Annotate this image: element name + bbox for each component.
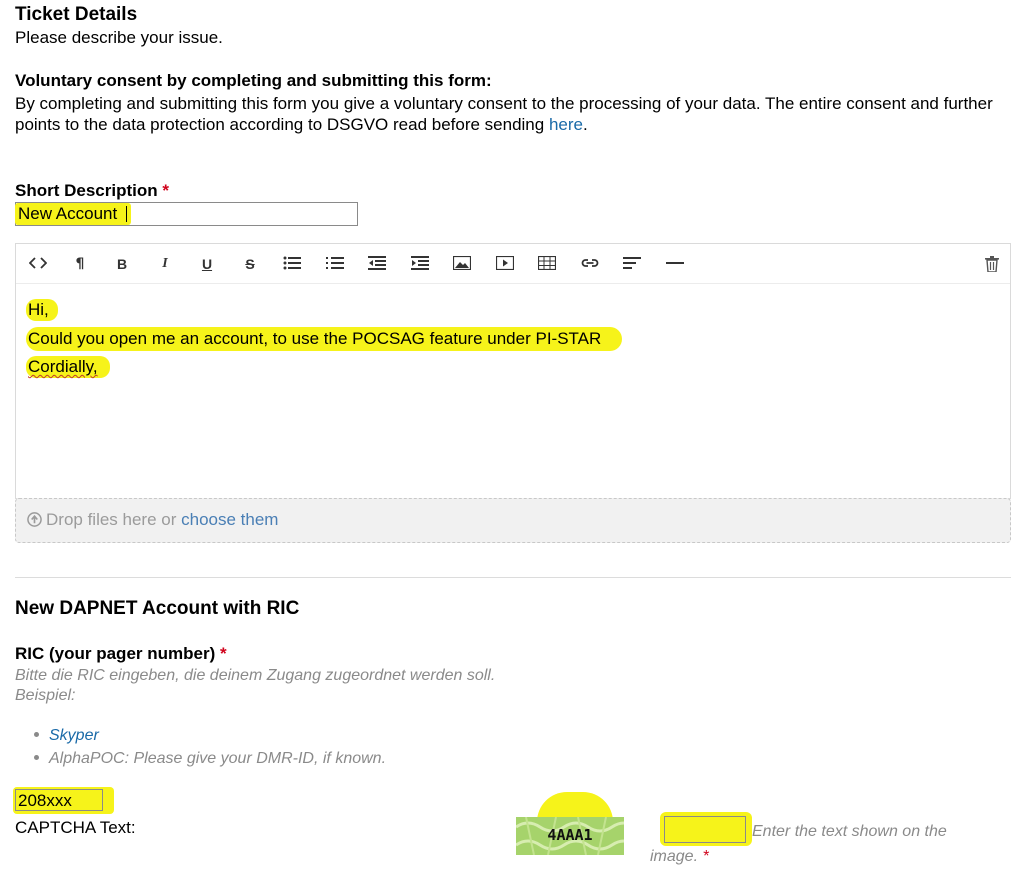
bullet-icon: [34, 732, 39, 738]
captcha-hint-text: Enter the text shown on the image.: [650, 823, 947, 865]
consent-link[interactable]: here: [549, 115, 583, 134]
editor-line: Hi,: [28, 300, 49, 319]
short-description-label-text: Short Description: [15, 181, 158, 200]
bullet-icon: [34, 755, 39, 761]
code-view-icon[interactable]: [26, 254, 50, 274]
required-mark: *: [219, 644, 227, 663]
link-icon[interactable]: [578, 254, 602, 274]
ric-value: 208xxx: [18, 791, 72, 810]
dapnet-section-title: New DAPNET Account with RIC: [15, 598, 300, 619]
page-title: Ticket Details: [15, 4, 138, 25]
horizontal-rule-icon[interactable]: [663, 254, 687, 274]
editor-line: Cordially,: [28, 357, 98, 376]
editor-line: Could you open me an account, to use the…: [28, 329, 602, 348]
italic-icon[interactable]: I: [153, 254, 177, 274]
dropzone-text: Drop files here or choose them: [27, 510, 278, 532]
short-description-label: Short Description *: [15, 181, 169, 201]
ordered-list-icon[interactable]: [323, 254, 347, 274]
video-icon[interactable]: [493, 254, 517, 274]
table-icon[interactable]: [535, 254, 559, 274]
underline-icon[interactable]: U: [195, 254, 219, 274]
ric-example-list: Skyper AlphaPOC: Please give your DMR-ID…: [34, 724, 386, 770]
text-caret: [126, 206, 127, 222]
ric-label: RIC (your pager number) *: [15, 644, 227, 664]
paragraph-icon[interactable]: ¶: [68, 254, 92, 274]
dropzone-label: Drop files here or: [46, 510, 182, 529]
trash-icon[interactable]: [980, 254, 1004, 274]
consent-after-link: .: [582, 115, 588, 134]
consent-title: Voluntary consent by completing and subm…: [15, 71, 492, 90]
captcha-hint: Enter the text shown on the image. *: [650, 819, 990, 869]
required-mark: *: [702, 848, 709, 865]
captcha-label: CAPTCHA Text:: [15, 818, 136, 837]
consent-text: By completing and submitting this form y…: [15, 94, 993, 134]
ric-hint-line: Beispiel:: [15, 687, 76, 704]
editor-toolbar: ¶ B I U S: [16, 244, 1010, 284]
unordered-list-icon[interactable]: [280, 254, 304, 274]
short-description-value: New Account: [18, 204, 118, 223]
list-item: AlphaPOC: Please give your DMR-ID, if kn…: [34, 747, 386, 770]
ric-hint: Bitte die RIC eingeben, die deinem Zugan…: [15, 666, 495, 706]
ric-label-text: RIC (your pager number): [15, 644, 216, 663]
alphapoc-text: AlphaPOC: Please give your DMR-ID, if kn…: [49, 750, 387, 767]
consent-body: By completing and submitting this form y…: [15, 93, 1005, 135]
captcha-code: 4AAA1: [547, 826, 593, 844]
align-icon[interactable]: [620, 254, 644, 274]
bold-icon[interactable]: B: [110, 254, 134, 274]
page-subtitle: Please describe your issue.: [15, 28, 223, 47]
ric-hint-line: Bitte die RIC eingeben, die deinem Zugan…: [15, 667, 496, 684]
list-item: Skyper: [34, 724, 386, 747]
indent-icon[interactable]: [408, 254, 432, 274]
image-icon[interactable]: [450, 254, 474, 274]
required-mark: *: [162, 181, 169, 200]
strikethrough-icon[interactable]: S: [238, 254, 262, 274]
outdent-icon[interactable]: [365, 254, 389, 274]
skyper-link[interactable]: Skyper: [49, 727, 99, 744]
choose-files-link[interactable]: choose them: [181, 510, 278, 529]
section-divider: [15, 577, 1011, 578]
upload-icon: [27, 512, 42, 532]
